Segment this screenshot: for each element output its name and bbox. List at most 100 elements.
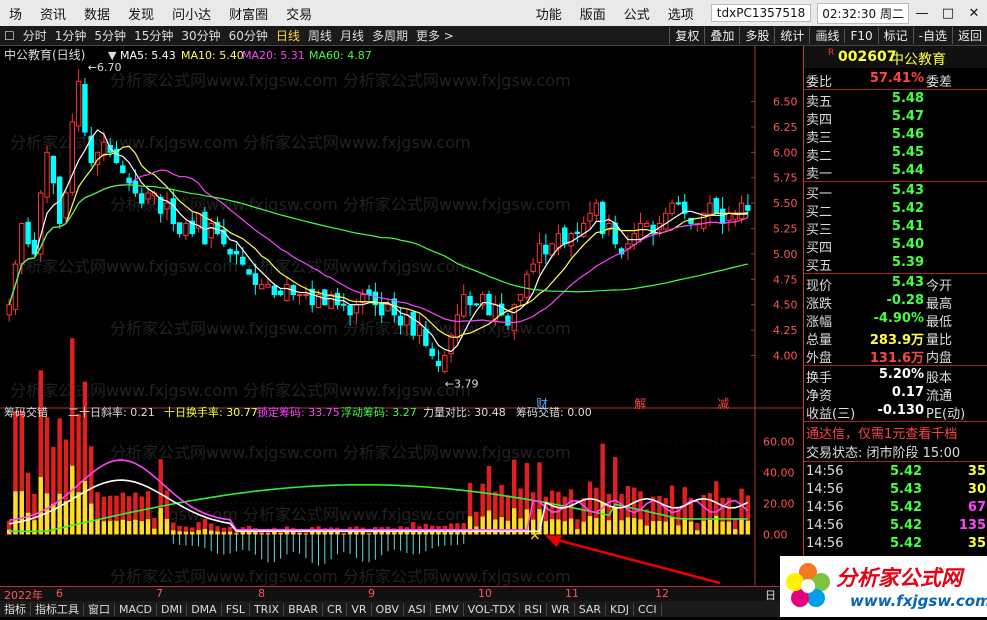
tool-button-5[interactable]: F10 [844, 28, 877, 43]
ind-yellow-bar [575, 529, 580, 535]
ask-row-0: 卖五 5.48 [804, 90, 987, 110]
menu-item-5[interactable]: 财富圈 [220, 4, 277, 23]
idx-tab-12[interactable]: ASI [403, 603, 431, 616]
menu-item-0[interactable]: 场 [0, 4, 31, 23]
ind-yellow-bar [726, 521, 732, 535]
idx-tab-14[interactable]: VOL-TDX [463, 603, 521, 616]
menu-right-item-0[interactable]: 功能 [527, 4, 571, 23]
candle-body [69, 121, 76, 193]
idx-tab-13[interactable]: EMV [430, 603, 464, 616]
tool-button-2[interactable]: 多股 [739, 27, 774, 44]
account-id[interactable]: tdxPC1357518 [710, 4, 812, 22]
price-tick-label: 6.50 [773, 96, 798, 109]
candle-body [265, 283, 271, 288]
candle-body [517, 294, 524, 301]
menu-item-6[interactable]: 交易 [277, 4, 321, 23]
ind-yellow-bar [549, 519, 555, 535]
tool-button-3[interactable]: 统计 [774, 27, 809, 44]
menu-item-3[interactable]: 发现 [119, 4, 163, 23]
ind-yellow-bar [379, 531, 384, 535]
period-tab-7[interactable]: 周线 [304, 27, 336, 44]
period-tab-2[interactable]: 5分钟 [90, 27, 130, 44]
period-tab-1[interactable]: 1分钟 [51, 27, 91, 44]
period-tab-5[interactable]: 60分钟 [225, 27, 272, 44]
idx-tab-16[interactable]: WR [547, 603, 575, 616]
ind-yellow-bar [385, 531, 391, 535]
watermark-text: 分析家公式网www.fxjgsw.com 分析家公式网www.fxjgsw.co… [110, 195, 571, 214]
idx-tab-8[interactable]: BRAR [284, 603, 324, 616]
tool-button-4[interactable]: 画线 [809, 27, 844, 44]
promo-text[interactable]: 通达信，仅需1元查看千档 [806, 423, 987, 442]
stat-row-0-value: 5.43 [891, 275, 924, 290]
menu-item-2[interactable]: 数据 [75, 4, 119, 23]
tool-button-6[interactable]: 标记 [877, 27, 913, 44]
candle-body [252, 273, 259, 285]
price-tick-label: 5.50 [773, 197, 798, 210]
candle-body [745, 205, 751, 211]
period-tab-8[interactable]: 月线 [336, 27, 368, 44]
tick-time: 14:56 [806, 536, 844, 551]
ind-yellow-bar [158, 508, 163, 535]
ask-row-3: 卖二 5.45 [804, 144, 987, 164]
idx-tab-5[interactable]: DMA [187, 603, 222, 616]
chart-area[interactable]: 分析家公式网www.fxjgsw.com 分析家公式网www.fxjgsw.co… [0, 46, 803, 586]
close-icon[interactable]: ✕ [961, 6, 987, 21]
idx-tab-4[interactable]: DMI [156, 603, 188, 616]
bid-row-1-value: 5.42 [891, 201, 924, 216]
idx-tab-1[interactable]: 指标工具 [31, 603, 84, 616]
idx-tab-10[interactable]: VR [347, 603, 372, 616]
tool-button-0[interactable]: 复权 [669, 27, 704, 44]
tick-vol: 35 [967, 536, 986, 551]
ma-label-0: MA5: 5.43 [120, 49, 176, 62]
candle-body [486, 293, 492, 316]
trade-status: 交易状态: 闭市阶段 15:00 [806, 446, 961, 461]
tool-button-8[interactable]: 返回 [951, 27, 987, 44]
ind-yellow-bar [309, 531, 315, 535]
period-tab-10[interactable]: 更多 > [412, 27, 458, 44]
candle-body [176, 222, 183, 235]
period-tab-9[interactable]: 多周期 [368, 27, 412, 44]
ind-yellow-bar [259, 533, 264, 535]
idx-tab-18[interactable]: KDJ [606, 603, 634, 616]
menu-item-1[interactable]: 资讯 [31, 4, 75, 23]
menu-item-4[interactable]: 问小达 [163, 4, 220, 23]
ind-yellow-bar [676, 525, 681, 535]
idx-tab-3[interactable]: MACD [115, 603, 157, 616]
tool-button-1[interactable]: 叠加 [704, 27, 739, 44]
idx-tab-7[interactable]: TRIX [249, 603, 285, 616]
ind-yellow-bar [208, 530, 214, 535]
period-tab-4[interactable]: 30分钟 [177, 27, 224, 44]
period-tab-0[interactable]: 分时 [19, 27, 51, 44]
ind-yellow-bar [644, 525, 650, 535]
expand-icon[interactable]: ☐ [0, 29, 19, 43]
menu-right-item-3[interactable]: 选项 [659, 4, 703, 23]
indicator-tabs: 指标 指标工具 窗口 MACD DMI DMA FSL TRIX BRAR CR VR OBV ASI E… [0, 601, 803, 617]
maximize-icon[interactable]: □ [935, 6, 961, 21]
ind-yellow-bar [89, 503, 94, 535]
minimize-icon[interactable]: — [909, 6, 935, 21]
idx-tab-6[interactable]: FSL [221, 603, 250, 616]
idx-tab-11[interactable]: OBV [371, 603, 404, 616]
ask-row-3-value: 5.45 [891, 145, 924, 160]
event-marker[interactable]: 减 [717, 397, 729, 411]
collapse-icon[interactable]: ▼ [108, 49, 117, 62]
idx-tab-19[interactable]: CCI [633, 603, 662, 616]
idx-tab-9[interactable]: CR [323, 603, 348, 616]
idx-tab-2[interactable]: 窗口 [84, 603, 115, 616]
ind-yellow-bar [650, 521, 656, 535]
menu-right-item-2[interactable]: 公式 [615, 4, 659, 23]
idx-tab-15[interactable]: RSI [520, 603, 548, 616]
candle-body [208, 222, 214, 239]
menu-right-item-1[interactable]: 版面 [571, 4, 615, 23]
event-marker[interactable]: 解 [634, 397, 646, 411]
ind-yellow-bar [669, 517, 675, 535]
candle-body [587, 212, 593, 222]
idx-tab-17[interactable]: SAR [574, 603, 607, 616]
period-tab-3[interactable]: 15分钟 [130, 27, 177, 44]
period-tab-6[interactable]: 日线 [272, 27, 304, 44]
quote-panel: R 002607 中公教育 委比 57.41% 委差 卖五 5.48 卖四 5.47 卖三 5.46 卖… [803, 46, 987, 571]
candle-body [707, 202, 713, 215]
ind-yellow-bar [366, 533, 372, 535]
tool-button-7[interactable]: -自选 [912, 27, 952, 44]
idx-tab-0[interactable]: 指标 [0, 603, 31, 616]
